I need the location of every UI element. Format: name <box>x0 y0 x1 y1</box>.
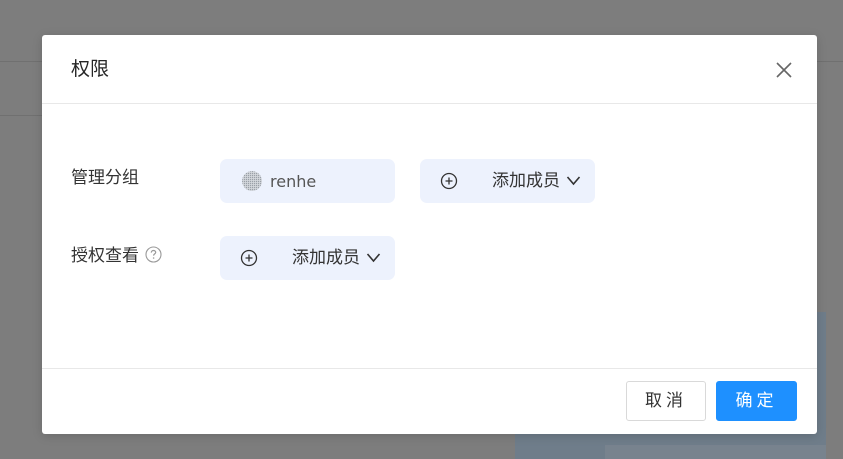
member-chip[interactable]: renhe <box>220 159 395 203</box>
background-divider <box>0 115 42 116</box>
manage-group-label: 管理分组 <box>71 168 139 188</box>
cancel-button[interactable]: 取消 <box>626 381 706 421</box>
dialog-title: 权限 <box>71 58 110 80</box>
add-member-button[interactable]: 添加成员 <box>420 159 595 203</box>
close-icon <box>776 62 792 78</box>
dialog-footer: 取消 确定 <box>42 368 817 435</box>
plus-circle-icon <box>440 172 458 190</box>
question-circle-icon[interactable] <box>145 246 162 270</box>
background-panel <box>605 445 826 459</box>
add-member-button[interactable]: 添加成员 <box>220 236 395 280</box>
chevron-down-icon <box>366 253 381 263</box>
add-member-label: 添加成员 <box>492 171 560 191</box>
close-button[interactable] <box>773 59 795 81</box>
confirm-button[interactable]: 确定 <box>716 381 797 421</box>
dialog-header: 权限 <box>42 35 817 104</box>
chevron-down-icon <box>566 176 581 186</box>
plus-circle-icon <box>240 249 258 267</box>
avatar-icon <box>242 171 262 191</box>
view-authorization-label: 授权查看 <box>71 244 162 270</box>
permission-dialog: 权限 管理分组 renhe 添加成员 授权查看 添加成员 取消 确定 <box>42 35 817 434</box>
add-member-label: 添加成员 <box>292 248 360 268</box>
member-name: renhe <box>270 171 317 191</box>
